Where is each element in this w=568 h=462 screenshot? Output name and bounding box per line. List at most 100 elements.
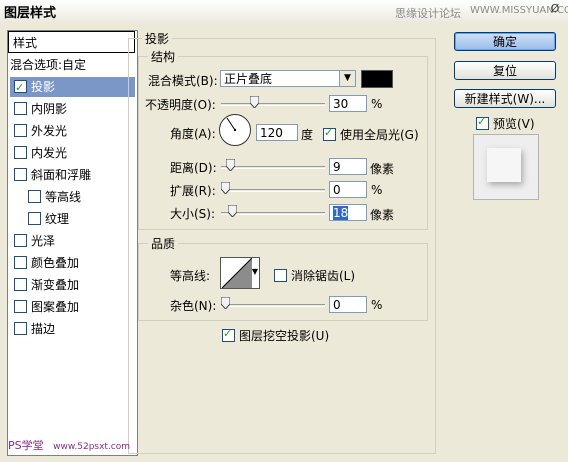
style-item-checkbox-icon[interactable] [14,124,27,137]
style-item-checkbox-icon[interactable] [28,190,41,203]
style-item-checkbox-icon[interactable] [14,322,27,335]
reset-button[interactable]: 复位 [454,61,556,80]
title-bar: 图层样式 思缘设计论坛 WWW.MISSYUAN.COM Ø [0,0,568,22]
distance-label: 距离(D): [170,161,217,175]
chevron-down-icon: ▼ [339,71,355,86]
style-item[interactable]: 投影 [10,77,135,98]
style-item-checkbox-icon[interactable] [14,256,27,269]
global-light-check-icon [323,126,336,141]
preview-check-icon [476,115,489,130]
footer-url: www.52psxt.com [53,442,131,452]
footer-brand-name: PS学堂 [8,439,44,452]
ok-button[interactable]: 确定 [454,32,556,51]
preview-swatch [487,148,521,182]
knockout-check-icon [222,327,235,342]
style-item-label: 光泽 [31,234,56,248]
quality-title: 品质 [148,235,179,252]
style-item-checkbox-icon[interactable] [14,300,27,313]
style-item-label: 外发光 [31,124,68,138]
angle-dial[interactable] [219,114,251,146]
blend-mode-label: 混合模式(B): [148,74,218,88]
style-item[interactable]: 混合选项:自定 [10,55,135,75]
size-label: 大小(S): [170,207,216,221]
style-item-label: 内阴影 [31,102,68,116]
style-item[interactable]: 颜色叠加 [10,253,135,273]
style-item[interactable]: 外发光 [10,121,135,141]
style-item-label: 内发光 [31,146,68,160]
global-light-checkbox[interactable]: 使用全局光(G) [323,126,419,143]
style-item-label: 颜色叠加 [31,256,80,270]
contour-picker[interactable]: ▼ [220,257,260,289]
preview-checkbox[interactable]: 预览(V) [476,115,535,132]
blend-mode-select[interactable]: 正片叠底 ▼ [220,70,356,87]
spread-label: 扩展(R): [170,184,216,198]
antialias-label: 消除锯齿(L) [291,269,356,283]
drop-shadow-title: 投影 [142,30,173,47]
style-item-label: 等高线 [45,190,82,204]
noise-input[interactable]: 0 [329,296,367,313]
global-light-label: 使用全局光(G) [340,128,419,142]
style-item-label: 纹理 [45,212,70,226]
footer-brand: PS学堂 www.52psxt.com [8,437,130,453]
size-input[interactable]: 18 [329,204,367,221]
knockout-label: 图层挖空投影(U) [239,329,330,343]
distance-input[interactable]: 9 [329,158,367,175]
new-style-button[interactable]: 新建样式(W)... [454,89,556,108]
noise-slider-handle[interactable] [221,297,230,309]
noise-label: 杂色(N): [170,299,217,313]
opacity-slider[interactable] [221,96,325,108]
style-item-label: 渐变叠加 [31,278,80,292]
contour-chevron-down-icon: ▼ [251,267,258,276]
knockout-checkbox[interactable]: 图层挖空投影(U) [222,327,329,344]
style-item-label: 斜面和浮雕 [31,168,92,182]
style-item-checkbox-icon[interactable] [14,278,27,291]
style-item-checkbox-icon[interactable] [28,212,41,225]
layer-style-dialog: 图层样式 思缘设计论坛 WWW.MISSYUAN.COM Ø 样式 混合选项:自… [0,0,568,462]
style-item-checkbox-icon[interactable] [14,168,27,181]
close-icon[interactable]: Ø [547,1,563,17]
style-item[interactable]: 光泽 [10,231,135,251]
antialias-checkbox[interactable]: 消除锯齿(L) [274,267,355,284]
styles-panel: 样式 混合选项:自定投影内阴影外发光内发光斜面和浮雕等高线纹理光泽颜色叠加渐变叠… [7,30,138,456]
size-unit: 像素 [370,208,395,222]
angle-unit: 度 [301,128,314,142]
opacity-slider-handle[interactable] [250,96,259,108]
noise-unit: % [371,298,383,312]
style-item[interactable]: 斜面和浮雕 [10,165,135,185]
noise-slider[interactable] [221,297,325,309]
style-item[interactable]: 内阴影 [10,99,135,119]
styles-header[interactable]: 样式 [8,31,135,53]
style-item[interactable]: 图案叠加 [10,297,135,317]
spread-unit: % [371,183,383,197]
size-slider[interactable] [221,205,325,217]
opacity-input[interactable]: 30 [329,95,367,112]
dialog-title: 图层样式 [4,6,57,21]
angle-dial-needle-icon [226,117,237,132]
size-slider-handle[interactable] [228,205,237,217]
angle-input[interactable]: 120 [256,124,298,141]
style-item[interactable]: 内发光 [10,143,135,163]
spread-slider[interactable] [221,182,325,194]
style-item-checkbox-icon[interactable] [14,102,27,115]
preview-thumbnail [473,134,539,200]
style-item-label: 图案叠加 [31,300,80,314]
style-item[interactable]: 描边 [10,319,135,339]
style-item-label: 描边 [31,322,56,336]
distance-unit: 像素 [370,162,395,176]
style-item-label: 混合选项:自定 [10,58,87,72]
spread-slider-handle[interactable] [221,182,230,194]
blend-mode-value: 正片叠底 [224,72,273,86]
style-item[interactable]: 渐变叠加 [10,275,135,295]
opacity-label: 不透明度(O): [145,98,216,112]
contour-curve-icon [222,258,252,288]
preview-label: 预览(V) [493,117,535,131]
distance-slider-handle[interactable] [226,159,235,171]
style-item-checkbox-icon[interactable] [14,234,27,247]
style-item-checkbox-icon[interactable] [14,78,27,98]
style-item-checkbox-icon[interactable] [14,146,27,159]
distance-slider[interactable] [221,159,325,171]
spread-input[interactable]: 0 [329,181,367,198]
shadow-color-swatch[interactable] [361,70,393,88]
watermark-text: 思缘设计论坛 [395,7,461,20]
opacity-unit: % [371,97,383,111]
